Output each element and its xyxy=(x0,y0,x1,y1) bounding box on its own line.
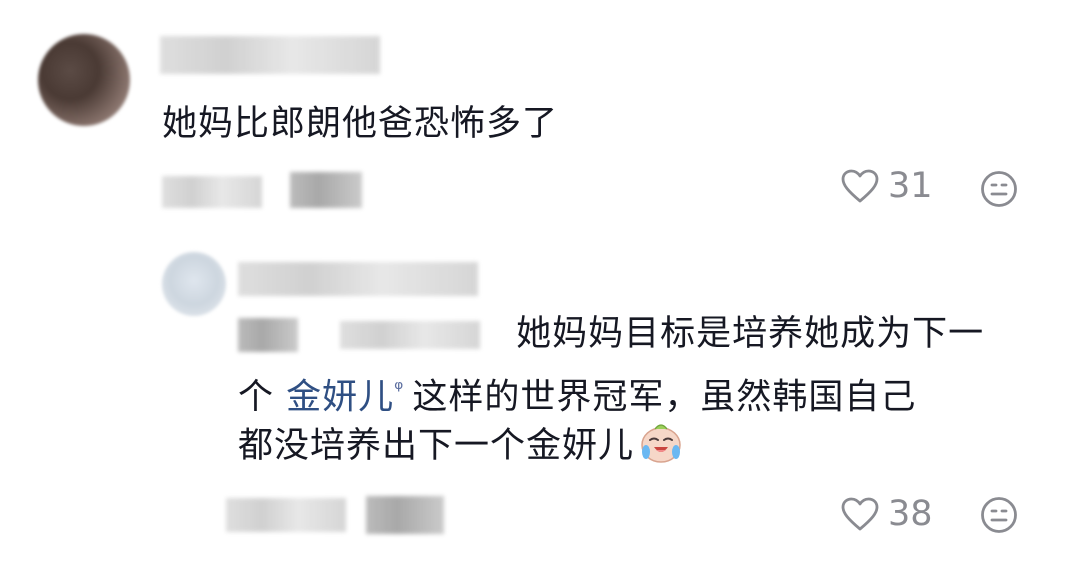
reply-like-count: 38 xyxy=(888,494,933,534)
reply-line-1-text: 她妈妈目标是培养她成为下一 xyxy=(516,314,985,354)
reply-line-2-suffix: 这样的世界冠军，虽然韩国自己 xyxy=(412,377,917,418)
reply-timestamp xyxy=(226,498,346,532)
comment-like-count: 31 xyxy=(888,166,933,206)
comment-text: 她妈比郎朗他爸恐怖多了 xyxy=(162,104,559,144)
reply-line-3-text: 都没培养出下一个金妍儿 xyxy=(238,426,635,466)
search-icon[interactable]: ᵠ xyxy=(394,362,404,418)
reply-line-3: 都没培养出下一个金妍儿 xyxy=(238,418,1038,474)
reply-dislike-button[interactable] xyxy=(980,496,1018,538)
reply-line-1: 她妈妈目标是培养她成为下一 xyxy=(238,306,1038,362)
crying-laughing-face-emoji xyxy=(638,419,684,465)
reply-location xyxy=(366,496,444,534)
reply-line-2: 个 金妍儿ᵠ 这样的世界冠军，虽然韩国自己 xyxy=(238,362,1038,418)
comment-timestamp xyxy=(162,176,262,208)
reply-line-2-prefix: 个 xyxy=(238,377,287,418)
commenter-username[interactable] xyxy=(160,36,380,74)
reply-to-prefix xyxy=(238,318,298,352)
meh-face-icon xyxy=(980,171,1018,212)
heart-outline-icon xyxy=(840,496,880,532)
reply-text: 她妈妈目标是培养她成为下一 个 金妍儿ᵠ 这样的世界冠军，虽然韩国自己 都没培养出… xyxy=(238,306,1038,474)
comment-location xyxy=(290,172,362,208)
reply-avatar[interactable] xyxy=(162,252,226,316)
comment-like-button[interactable]: 31 xyxy=(840,166,933,206)
reply-username[interactable] xyxy=(238,262,478,296)
reply-to-username[interactable] xyxy=(340,321,481,349)
comment-dislike-button[interactable] xyxy=(980,170,1018,212)
heart-outline-icon xyxy=(840,168,880,204)
reply-like-button[interactable]: 38 xyxy=(840,494,933,534)
mention-link[interactable]: 金妍儿 xyxy=(286,378,394,418)
commenter-avatar[interactable] xyxy=(38,34,130,126)
meh-face-icon xyxy=(980,497,1018,538)
